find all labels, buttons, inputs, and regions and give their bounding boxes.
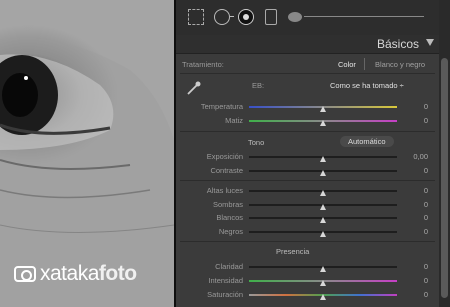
blacks-thumb[interactable] [320,231,326,237]
blacks-value: 0 [423,227,428,236]
highlights-value: 0 [423,186,428,195]
shadows-thumb[interactable] [320,204,326,210]
treatment-bw-option[interactable]: Blanco y negro [375,60,425,69]
adjustment-brush-icon[interactable] [288,12,302,22]
contrast-thumb[interactable] [320,170,326,176]
temperature-thumb[interactable] [320,106,326,112]
separator [180,131,435,132]
saturation-label: Saturación [207,290,243,299]
contrast-value: 0 [423,166,428,175]
tone-group-title: Tono [248,138,265,147]
watermark-accent: foto [98,262,137,285]
tint-thumb[interactable] [320,120,326,126]
clarity-value: 0 [423,262,428,271]
highlights-thumb[interactable] [320,190,326,196]
brush-size-line [304,16,424,17]
vibrance-label: Intensidad [208,276,243,285]
red-eye-icon[interactable] [238,9,254,25]
watermark-lead: xataka [40,262,99,285]
vibrance-value: 0 [423,276,428,285]
whites-thumb[interactable] [320,217,326,223]
exposure-label: Exposición [206,152,243,161]
temperature-label: Temperatura [200,102,243,111]
scrollbar-thumb[interactable] [441,58,448,298]
spot-removal-icon[interactable] [214,9,234,25]
treatment-separator [364,58,365,70]
exposure-thumb[interactable] [320,156,326,162]
camera-icon [14,266,36,282]
panel-scrollbar[interactable] [439,0,450,307]
section-title: Básicos [376,37,419,51]
treatment-color-option[interactable]: Color [338,60,356,69]
wb-label: EB: [252,81,265,90]
eyedropper-icon[interactable] [186,80,202,96]
tool-strip [176,0,439,36]
tint-label: Matiz [225,116,243,125]
temperature-value: 0 [423,102,428,111]
separator [180,73,435,74]
treatment-label: Tratamiento: [182,60,224,69]
whites-label: Blancos [216,213,243,222]
vibrance-thumb[interactable] [320,280,326,286]
section-header[interactable]: Básicos [176,35,439,54]
wb-preset-select[interactable]: Como se ha tomado ÷ [330,81,404,90]
contrast-label: Contraste [210,166,243,175]
watermark-logo: xatakafoto [14,262,137,286]
saturation-thumb[interactable] [320,294,326,300]
photo-canvas: xatakafoto [0,0,174,307]
crop-overlay-icon[interactable] [188,9,204,25]
saturation-value: 0 [423,290,428,299]
collapse-triangle-icon[interactable] [426,39,434,46]
whites-value: 0 [423,213,428,222]
separator [180,180,435,181]
highlights-label: Altas luces [206,186,243,195]
blacks-label: Negros [218,227,243,236]
presence-group-title: Presencia [276,247,310,256]
eye-photo [0,38,174,307]
graduated-filter-icon[interactable] [265,9,277,25]
shadows-label: Sombras [212,200,243,209]
clarity-thumb[interactable] [320,266,326,272]
separator [180,241,435,242]
clarity-label: Claridad [215,262,243,271]
tint-value: 0 [423,116,428,125]
auto-tone-button[interactable]: Automático [340,136,394,147]
shadows-value: 0 [423,200,428,209]
exposure-value: 0,00 [413,152,428,161]
